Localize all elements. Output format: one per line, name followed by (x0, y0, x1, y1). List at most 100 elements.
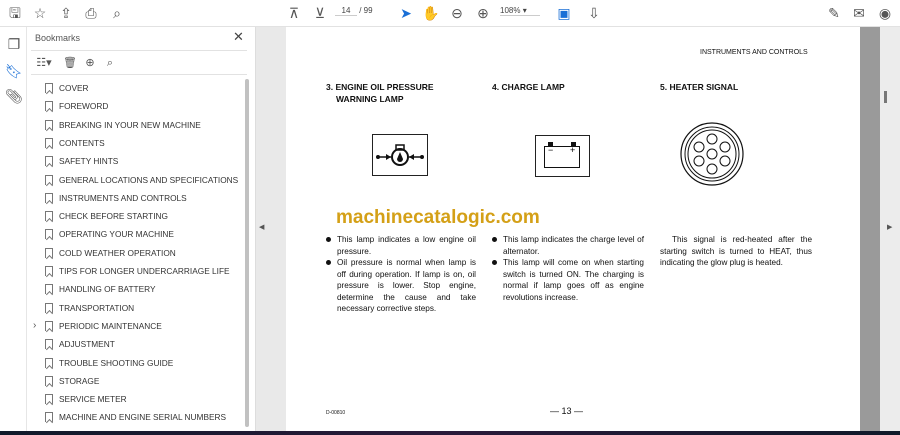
section-4-title: 4. CHARGE LAMP (492, 82, 565, 92)
bookmark-label: GENERAL LOCATIONS AND SPECIFICATIONS (59, 174, 239, 185)
section-4-bullet: This lamp will come on when starting swi… (490, 257, 644, 303)
bookmark-item[interactable]: SERVICE METER (27, 390, 245, 408)
email-icon[interactable]: ✉ (850, 4, 868, 22)
zoom-select[interactable]: 108% ▾ (500, 6, 540, 16)
page-input[interactable]: 14 (335, 6, 357, 16)
zoom-out-icon[interactable]: ⊖ (448, 4, 466, 22)
bookmark-item[interactable]: COVER (27, 79, 245, 97)
plus-sign: + (570, 145, 576, 155)
bookmark-label: CONTENTS (59, 137, 105, 148)
fit-page-icon[interactable]: ▣ (555, 4, 573, 22)
bookmark-item[interactable]: MACHINE AND ENGINE SERIAL NUMBERS (27, 408, 245, 426)
attachment-icon[interactable]: 📎︎ (5, 87, 23, 105)
panel-collapse-handle[interactable]: ◀ (256, 27, 286, 431)
bookmark-item[interactable]: ADJUSTMENT (27, 335, 245, 353)
bookmark-item[interactable]: SAFETY HINTS (27, 152, 245, 170)
page-total: / 99 (359, 6, 373, 15)
bookmark-label: SERVICE METER (59, 394, 127, 405)
cloud-upload-icon[interactable]: ⇪ (57, 4, 75, 22)
bookmark-item[interactable]: CHECK BEFORE STARTING (27, 207, 245, 225)
star-icon[interactable]: ☆ (31, 4, 49, 22)
delete-icon[interactable]: 🗑︎ (61, 54, 79, 72)
bookmark-flag-icon (45, 284, 53, 295)
bookmark-item[interactable]: TRANSPORTATION (27, 299, 245, 317)
prev-page-icon[interactable]: ⊼ (285, 4, 303, 22)
section-3-title: 3. ENGINE OIL PRESSURE (326, 82, 434, 92)
hand-icon[interactable]: ✋ (422, 4, 440, 22)
next-page-icon[interactable]: ⊻ (311, 4, 329, 22)
bookmark-label: STORAGE (59, 375, 100, 386)
bookmark-flag-icon (45, 211, 53, 222)
bookmark-item[interactable]: COLD WEATHER OPERATION (27, 244, 245, 262)
bookmark-flag-icon (45, 83, 53, 93)
bookmark-item[interactable]: STORAGE (27, 372, 245, 390)
bookmark-item[interactable]: TROUBLE SHOOTING GUIDE (27, 354, 245, 372)
zoom-in-icon[interactable]: ⊕ (474, 4, 492, 22)
bookmark-label: PERIODIC MAINTENANCE (59, 320, 162, 331)
bookmark-item[interactable]: HANDLING OF BATTERY (27, 280, 245, 298)
bookmark-label: COVER (59, 83, 89, 93)
section-4-bullet: This lamp indicates the charge level of … (490, 234, 644, 257)
bookmark-item[interactable]: GENERAL LOCATIONS AND SPECIFICATIONS (27, 171, 245, 189)
section-3-bullet: Oil pressure is normal when lamp is off … (324, 257, 476, 315)
search-icon[interactable]: ⌕ (108, 4, 126, 22)
print-icon[interactable]: ⎙ (82, 4, 100, 22)
bookmark-item[interactable]: FOREWORD (27, 97, 245, 115)
bookmark-flag-icon (45, 375, 53, 386)
section-5-text: This signal is red-heated after the star… (660, 235, 812, 267)
options-icon[interactable]: ☷▾ (35, 54, 53, 72)
bookmark-label: MACHINE AND ENGINE SERIAL NUMBERS (59, 412, 227, 423)
panel-scrollbar[interactable] (245, 79, 249, 427)
bookmarks-panel: Bookmarks ✕ ☷▾ 🗑︎ ⊕ ⌕ COVER FOREWORD BREAK… (27, 27, 256, 431)
document-code: D-00810 (326, 410, 346, 416)
bookmark-flag-icon (45, 302, 53, 313)
taskbar-strip (0, 431, 900, 435)
bookmark-flag-icon (45, 229, 53, 240)
bookmark-label: SAFETY HINTS (59, 156, 119, 167)
minus-sign: − (548, 145, 554, 155)
bookmark-label: TRANSPORTATION (59, 302, 135, 313)
bookmark-flag-icon (45, 247, 53, 258)
bookmark-item[interactable]: BREAKING IN YOUR NEW MACHINE (27, 116, 245, 134)
bookmark-flag-icon (45, 192, 53, 203)
gutter (860, 27, 880, 431)
bookmark-flag-icon (45, 156, 53, 167)
sign-icon[interactable]: ✎ (825, 4, 843, 22)
oil-pressure-icon (372, 134, 428, 176)
save-icon[interactable]: 🖫 (6, 4, 24, 22)
pages-icon[interactable]: ❐ (5, 35, 23, 53)
scroll-mode-icon[interactable]: ⇩ (585, 4, 603, 22)
bookmark-tools: ☷▾ 🗑︎ ⊕ ⌕ (31, 50, 247, 75)
bookmark-item[interactable]: OPERATING YOUR MACHINE (27, 225, 245, 243)
account-icon[interactable]: ◉ (876, 4, 894, 22)
bookmark-item[interactable]: TIPS FOR LONGER UNDERCARRIAGE LIFE (27, 262, 245, 280)
bookmark-label: COLD WEATHER OPERATION (59, 247, 176, 258)
bookmark-label: TIPS FOR LONGER UNDERCARRIAGE LIFE (59, 266, 230, 276)
close-icon[interactable]: ✕ (233, 29, 244, 45)
vertical-scrollbar[interactable]: ▶ (880, 27, 900, 431)
bookmark-flag-icon (45, 357, 53, 368)
bookmark-label: CHECK BEFORE STARTING (59, 211, 168, 222)
add-bookmark-icon[interactable]: ⊕ (81, 54, 99, 72)
page-indicator: 14 / 99 (335, 6, 373, 16)
select-cursor-icon[interactable]: ➤ (397, 4, 415, 22)
bookmark-label: TROUBLE SHOOTING GUIDE (59, 357, 174, 368)
chevron-right-icon[interactable]: › (33, 317, 36, 335)
section-5-title: 5. HEATER SIGNAL (660, 82, 739, 92)
bookmark-flag-icon (45, 137, 53, 148)
section-3-title-line2: WARNING LAMP (336, 94, 404, 104)
bookmark-item[interactable]: CONTENTS (27, 134, 245, 152)
bookmark-icon[interactable]: 🔖︎ (5, 62, 23, 80)
pdf-page: INSTRUMENTS AND CONTROLS 3. ENGINE OIL P… (286, 27, 860, 431)
bookmark-flag-icon (45, 320, 53, 331)
panel-title: Bookmarks (35, 33, 81, 43)
toolbar: 🖫 ☆ ⇪ ⎙ ⌕ ⊼ ⊻ 14 / 99 ➤ ✋ ⊖ ⊕ 108% ▾ ▣ ⇩… (0, 0, 900, 27)
bookmark-flag-icon (45, 101, 53, 112)
bookmark-item[interactable]: › PERIODIC MAINTENANCE (27, 317, 245, 335)
left-rail: ❐ 🔖︎ 📎︎ (0, 27, 27, 431)
find-bookmark-icon[interactable]: ⌕ (101, 54, 119, 72)
bookmark-flag-icon (45, 119, 53, 130)
battery-icon: − + (535, 135, 590, 177)
bookmark-flag-icon (45, 412, 53, 423)
bookmark-item[interactable]: INSTRUMENTS AND CONTROLS (27, 189, 245, 207)
